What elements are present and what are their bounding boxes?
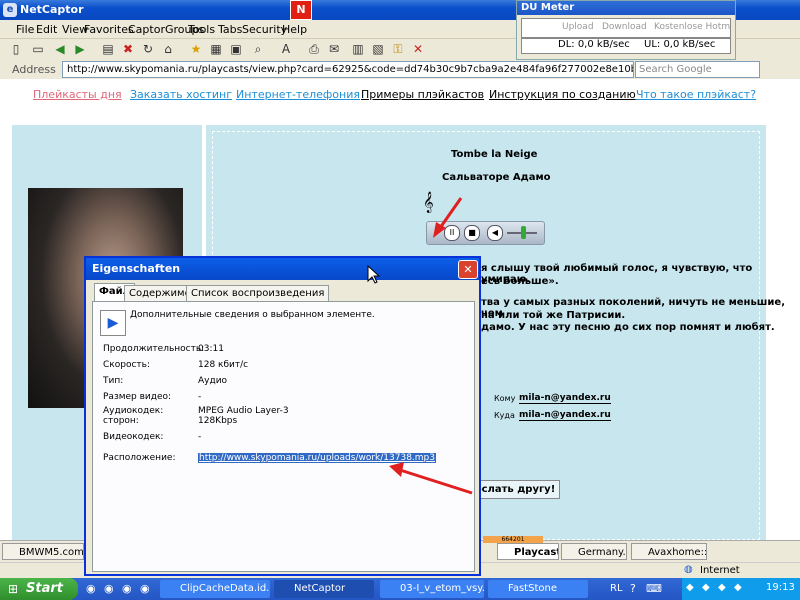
annotation-arrows [389,197,473,495]
annotation-arrow-location [389,462,473,495]
annotation-arrow-player [433,197,463,238]
